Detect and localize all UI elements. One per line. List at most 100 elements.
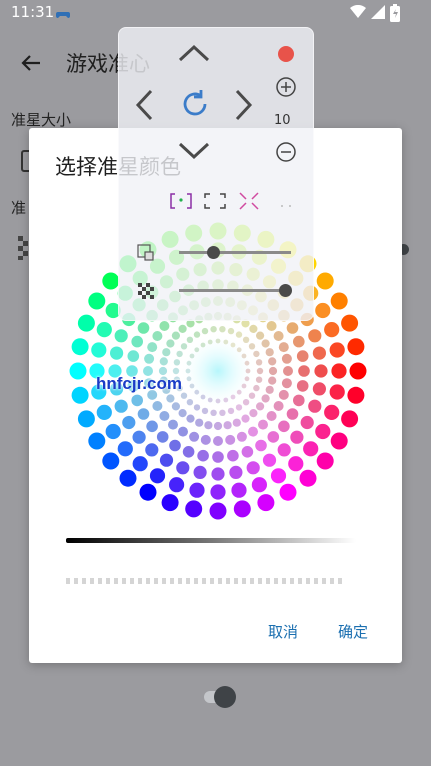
- color-dot[interactable]: [268, 376, 277, 385]
- color-dot[interactable]: [215, 338, 221, 344]
- color-dot[interactable]: [201, 327, 209, 335]
- crosshair-dot-icon[interactable]: [169, 192, 193, 214]
- color-dot[interactable]: [131, 335, 143, 348]
- color-dot[interactable]: [230, 342, 236, 348]
- color-dot[interactable]: [256, 331, 265, 340]
- color-dot[interactable]: [293, 394, 305, 407]
- color-dot[interactable]: [303, 441, 319, 457]
- color-dot[interactable]: [69, 362, 87, 380]
- chevron-down-icon[interactable]: [177, 140, 211, 166]
- color-dot[interactable]: [178, 426, 188, 437]
- color-dot[interactable]: [189, 353, 195, 359]
- color-dot[interactable]: [248, 392, 256, 399]
- color-dot[interactable]: [298, 365, 310, 377]
- color-dot[interactable]: [204, 421, 213, 430]
- color-dot[interactable]: [293, 335, 305, 348]
- color-dot[interactable]: [119, 469, 137, 487]
- color-dot[interactable]: [207, 397, 213, 403]
- color-dot[interactable]: [308, 329, 322, 343]
- color-dot[interactable]: [176, 350, 183, 358]
- color-dot[interactable]: [324, 322, 340, 338]
- color-dot[interactable]: [227, 449, 239, 462]
- color-dot[interactable]: [91, 342, 107, 358]
- toggle-switch[interactable]: [202, 684, 242, 714]
- color-dot[interactable]: [223, 421, 232, 430]
- color-dot[interactable]: [171, 331, 180, 340]
- chevron-up-icon[interactable]: [177, 42, 211, 68]
- color-dot[interactable]: [137, 408, 150, 420]
- color-dot[interactable]: [241, 446, 254, 458]
- back-arrow-icon[interactable]: [18, 50, 44, 76]
- refresh-icon[interactable]: [179, 88, 211, 124]
- color-dot[interactable]: [278, 342, 289, 353]
- color-dot[interactable]: [286, 322, 299, 334]
- color-dot[interactable]: [235, 404, 243, 411]
- color-dot[interactable]: [347, 338, 365, 356]
- color-dot[interactable]: [185, 500, 203, 518]
- color-dot[interactable]: [171, 402, 180, 411]
- color-dot[interactable]: [127, 350, 140, 362]
- color-dot[interactable]: [242, 336, 250, 343]
- color-dot[interactable]: [182, 446, 195, 458]
- color-dot[interactable]: [161, 494, 179, 512]
- crosshair-x-icon[interactable]: [237, 192, 261, 214]
- color-dot[interactable]: [77, 410, 95, 428]
- crosshair-bracket-icon[interactable]: [203, 192, 227, 214]
- color-dot[interactable]: [288, 456, 304, 472]
- color-dot[interactable]: [273, 401, 284, 411]
- color-dot[interactable]: [286, 408, 299, 420]
- color-dot[interactable]: [299, 469, 317, 487]
- brightness-slider[interactable]: [66, 538, 356, 543]
- color-dot[interactable]: [283, 366, 293, 376]
- color-dot[interactable]: [117, 441, 133, 457]
- color-dot[interactable]: [186, 336, 194, 343]
- color-dot[interactable]: [194, 389, 200, 395]
- color-dot[interactable]: [255, 439, 267, 452]
- color-dot[interactable]: [169, 477, 185, 493]
- color-dot[interactable]: [210, 484, 226, 500]
- color-dot[interactable]: [261, 394, 270, 403]
- color-dot[interactable]: [231, 482, 247, 498]
- color-dot[interactable]: [145, 443, 159, 457]
- color-dot[interactable]: [265, 385, 274, 394]
- record-dot-icon[interactable]: [276, 44, 296, 68]
- color-dot[interactable]: [314, 364, 328, 378]
- color-dot[interactable]: [210, 409, 217, 416]
- color-dot[interactable]: [261, 339, 270, 348]
- color-dot[interactable]: [324, 404, 340, 420]
- color-dot[interactable]: [255, 376, 263, 383]
- color-dot[interactable]: [156, 431, 169, 443]
- color-dot[interactable]: [149, 468, 166, 484]
- color-dot[interactable]: [236, 431, 247, 442]
- color-dot[interactable]: [248, 426, 258, 437]
- color-dot[interactable]: [296, 350, 309, 362]
- color-dot[interactable]: [262, 453, 277, 467]
- color-dot[interactable]: [329, 384, 345, 400]
- color-dot[interactable]: [152, 401, 163, 411]
- color-dot[interactable]: [146, 420, 158, 433]
- color-dot[interactable]: [159, 357, 168, 366]
- color-dot[interactable]: [330, 292, 348, 310]
- color-dot[interactable]: [227, 327, 235, 335]
- color-dot[interactable]: [162, 348, 171, 357]
- color-dot[interactable]: [219, 409, 226, 416]
- color-dot[interactable]: [96, 322, 112, 338]
- color-dot[interactable]: [189, 383, 195, 389]
- color-dot[interactable]: [229, 465, 243, 479]
- color-dot[interactable]: [209, 502, 227, 520]
- color-dot[interactable]: [88, 432, 106, 450]
- color-dot[interactable]: [185, 368, 191, 374]
- color-dot[interactable]: [230, 394, 236, 400]
- color-dot[interactable]: [331, 363, 347, 379]
- color-dot[interactable]: [77, 314, 95, 332]
- color-dot[interactable]: [114, 399, 128, 413]
- color-dot[interactable]: [144, 353, 155, 364]
- color-dot[interactable]: [290, 430, 304, 444]
- color-dot[interactable]: [312, 346, 326, 360]
- color-dot[interactable]: [189, 482, 205, 498]
- color-dot[interactable]: [122, 415, 136, 430]
- color-dot[interactable]: [249, 409, 258, 418]
- color-dot[interactable]: [232, 418, 241, 427]
- color-dot[interactable]: [236, 389, 242, 395]
- color-dot[interactable]: [225, 434, 236, 445]
